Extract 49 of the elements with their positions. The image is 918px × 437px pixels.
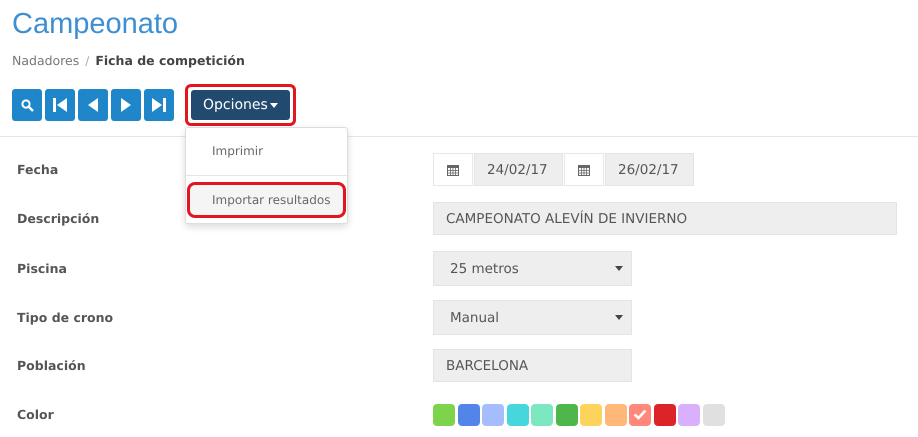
next-button[interactable] (111, 89, 141, 121)
color-swatch[interactable] (433, 404, 455, 426)
calendar-icon (447, 164, 459, 176)
color-swatch[interactable] (629, 404, 651, 426)
search-icon (20, 98, 34, 112)
text-field[interactable]: BARCELONA (433, 349, 632, 382)
color-swatch[interactable] (678, 404, 700, 426)
date-field[interactable]: 26/02/17 (605, 153, 694, 186)
date-field[interactable]: 24/02/17 (474, 153, 563, 186)
color-swatch[interactable] (506, 404, 528, 426)
first-button[interactable] (45, 89, 75, 121)
color-swatch[interactable] (556, 404, 578, 426)
select-field[interactable]: Manual (433, 300, 632, 335)
field-label: Color (17, 407, 55, 422)
triangle-left-icon (87, 97, 99, 113)
select-field[interactable]: 25 metros (433, 251, 632, 286)
color-swatch[interactable] (458, 404, 480, 426)
color-swatch[interactable] (604, 404, 626, 426)
field-label: Población (17, 358, 87, 373)
previous-button[interactable] (78, 89, 108, 121)
options-button[interactable]: Opciones (191, 90, 290, 120)
skip-back-icon (52, 97, 68, 113)
caret-icon (270, 102, 278, 108)
search-button[interactable] (12, 89, 42, 121)
color-swatch[interactable] (702, 404, 724, 426)
menu-item[interactable]: Importar resultados (187, 182, 346, 218)
field-label: Tipo de crono (17, 310, 114, 325)
last-button[interactable] (144, 89, 174, 121)
breadcrumb-separator: / (85, 54, 90, 68)
breadcrumb-link[interactable]: Nadadores (12, 53, 80, 68)
triangle-right-icon (120, 97, 132, 113)
calendar-addon[interactable] (564, 153, 604, 186)
field-label: Piscina (17, 261, 68, 276)
calendar-addon[interactable] (433, 153, 473, 186)
color-swatch[interactable] (580, 404, 602, 426)
menu-item[interactable]: Imprimir (187, 133, 346, 169)
caret-icon (615, 315, 623, 320)
field-label: Descripción (17, 211, 100, 226)
color-swatch[interactable] (531, 404, 553, 426)
field-label: Fecha (17, 162, 60, 177)
page-title: Campeonato (12, 8, 180, 41)
color-swatch[interactable] (654, 404, 676, 426)
color-swatch[interactable] (482, 404, 504, 426)
skip-forward-icon (151, 97, 167, 113)
calendar-icon (578, 164, 590, 176)
text-field[interactable]: CAMPEONATO ALEVÍN DE INVIERNO (433, 202, 897, 235)
caret-icon (615, 266, 623, 271)
breadcrumb-current: Ficha de competición (95, 53, 245, 68)
check-icon (633, 409, 647, 420)
